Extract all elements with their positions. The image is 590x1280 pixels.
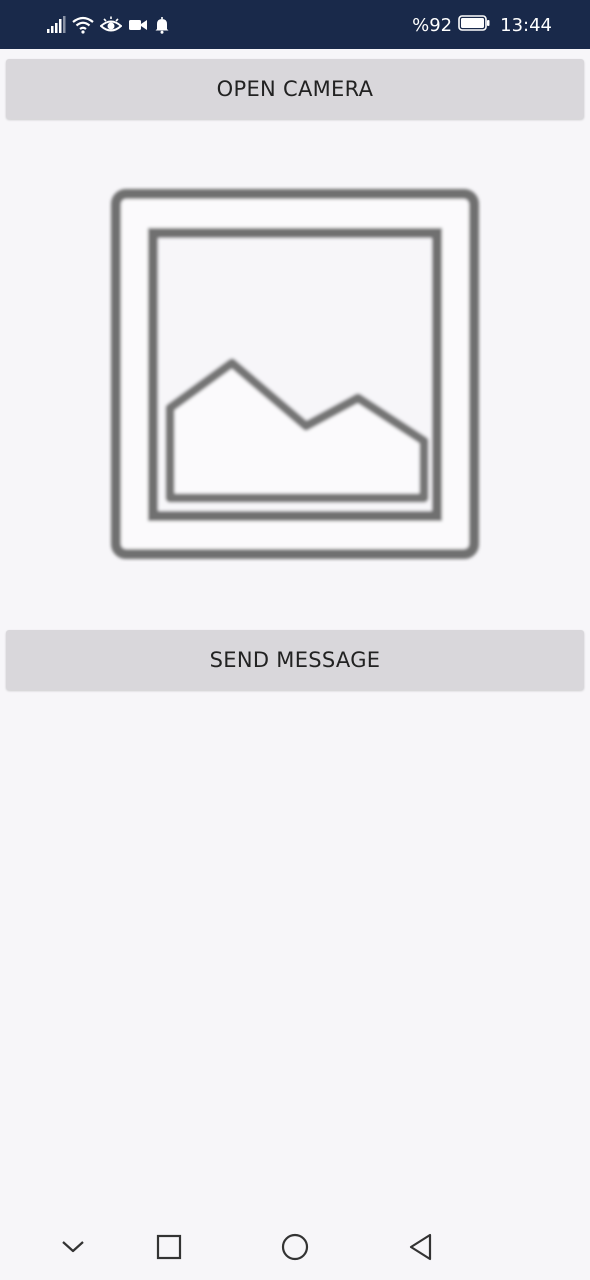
status-bar: %92 13:44: [0, 0, 590, 49]
send-message-button[interactable]: SEND MESSAGE: [6, 630, 584, 690]
open-camera-button[interactable]: OPEN CAMERA: [6, 59, 584, 119]
back-icon[interactable]: [403, 1230, 437, 1264]
image-placeholder-icon: [108, 186, 482, 562]
clock: 13:44: [500, 14, 552, 36]
home-icon[interactable]: [278, 1230, 312, 1264]
open-camera-label: OPEN CAMERA: [216, 77, 374, 101]
battery-icon: [458, 14, 490, 36]
wifi-icon: [72, 16, 94, 34]
chevron-down-icon[interactable]: [56, 1230, 90, 1264]
video-icon: [128, 17, 148, 33]
battery-percentage: %92: [412, 14, 453, 36]
eye-icon: [100, 16, 122, 34]
status-icons-right: %92 13:44: [412, 12, 552, 38]
status-icons-left: [46, 12, 170, 38]
notification-bell-icon: [154, 16, 170, 34]
app-screen: %92 13:44 OPEN CAMERA SEND MESSAGE: [0, 0, 590, 1280]
send-message-label: SEND MESSAGE: [209, 648, 381, 672]
recent-apps-icon[interactable]: [152, 1230, 186, 1264]
navigation-bar: [0, 1214, 590, 1280]
signal-icon: [46, 16, 66, 34]
